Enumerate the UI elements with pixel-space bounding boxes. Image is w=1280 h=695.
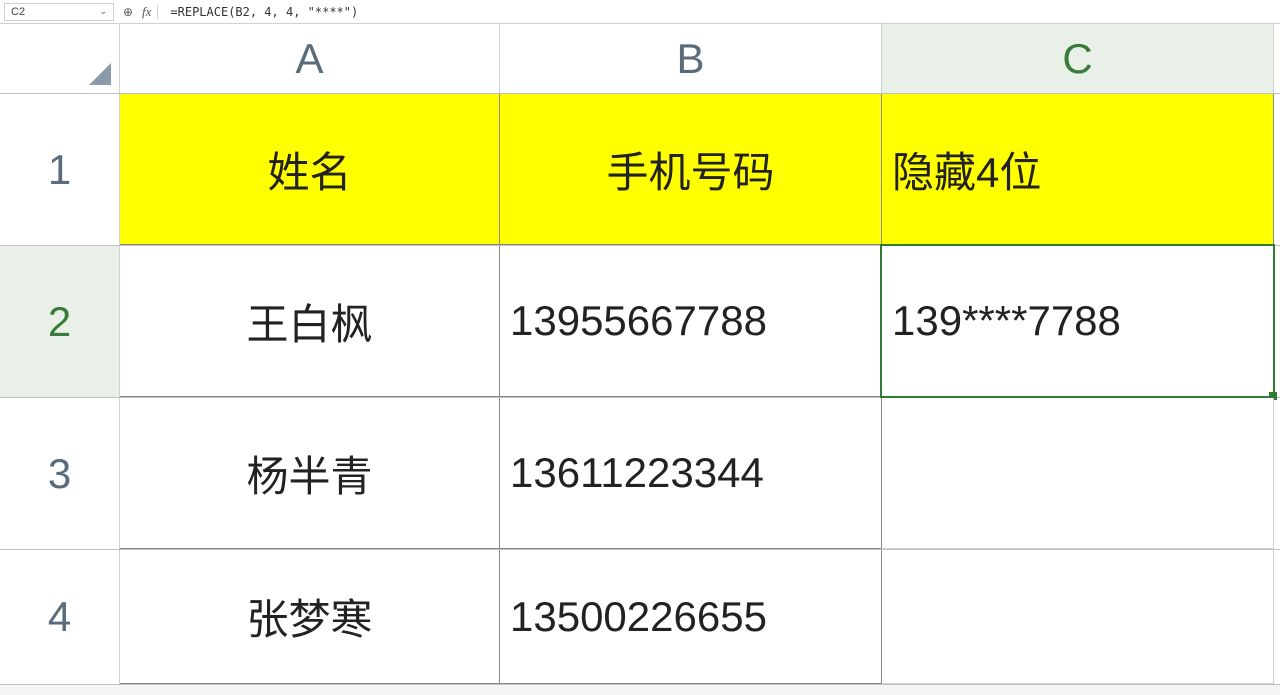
column-header-c[interactable]: C bbox=[882, 24, 1274, 93]
column-header-b[interactable]: B bbox=[500, 24, 882, 93]
cell-b3[interactable]: 13611223344 bbox=[500, 398, 882, 549]
row-header-1[interactable]: 1 bbox=[0, 94, 120, 245]
cell-c1[interactable]: 隐藏4位 bbox=[882, 94, 1274, 245]
row-header-3[interactable]: 3 bbox=[0, 398, 120, 549]
cell-a2[interactable]: 王白枫 bbox=[120, 246, 500, 397]
select-all-corner[interactable] bbox=[0, 24, 120, 93]
cell-b4[interactable]: 13500226655 bbox=[500, 550, 882, 684]
name-box[interactable]: C2 ⌄ bbox=[4, 3, 114, 21]
formula-bar: C2 ⌄ ⊕ fx bbox=[0, 0, 1280, 24]
row-header-2[interactable]: 2 bbox=[0, 246, 120, 397]
fx-label[interactable]: fx bbox=[142, 4, 151, 20]
cell-reference: C2 bbox=[11, 6, 25, 18]
spreadsheet-grid: A B C 1 姓名 手机号码 隐藏4位 2 王白枫 13955667788 1… bbox=[0, 24, 1280, 685]
divider bbox=[157, 5, 158, 19]
chevron-down-icon: ⌄ bbox=[99, 6, 107, 17]
table-row: 4 张梦寒 13500226655 bbox=[0, 550, 1280, 685]
cell-c2[interactable]: 139****7788 bbox=[882, 246, 1274, 397]
cell-c3[interactable] bbox=[882, 398, 1274, 549]
table-row: 1 姓名 手机号码 隐藏4位 bbox=[0, 94, 1280, 246]
table-row: 2 王白枫 13955667788 139****7788 bbox=[0, 246, 1280, 398]
cell-c4[interactable] bbox=[882, 550, 1274, 684]
cell-a4[interactable]: 张梦寒 bbox=[120, 550, 500, 684]
table-row: 3 杨半青 13611223344 bbox=[0, 398, 1280, 550]
column-headers-row: A B C bbox=[0, 24, 1280, 94]
cell-b1[interactable]: 手机号码 bbox=[500, 94, 882, 245]
triangle-icon bbox=[89, 63, 111, 85]
cell-a1[interactable]: 姓名 bbox=[120, 94, 500, 245]
row-header-4[interactable]: 4 bbox=[0, 550, 120, 684]
zoom-icon[interactable]: ⊕ bbox=[120, 5, 136, 19]
cell-c2-value: 139****7788 bbox=[892, 297, 1121, 345]
column-header-a[interactable]: A bbox=[120, 24, 500, 93]
cell-a3[interactable]: 杨半青 bbox=[120, 398, 500, 549]
formula-input[interactable] bbox=[164, 5, 1276, 19]
cell-b2[interactable]: 13955667788 bbox=[500, 246, 882, 397]
